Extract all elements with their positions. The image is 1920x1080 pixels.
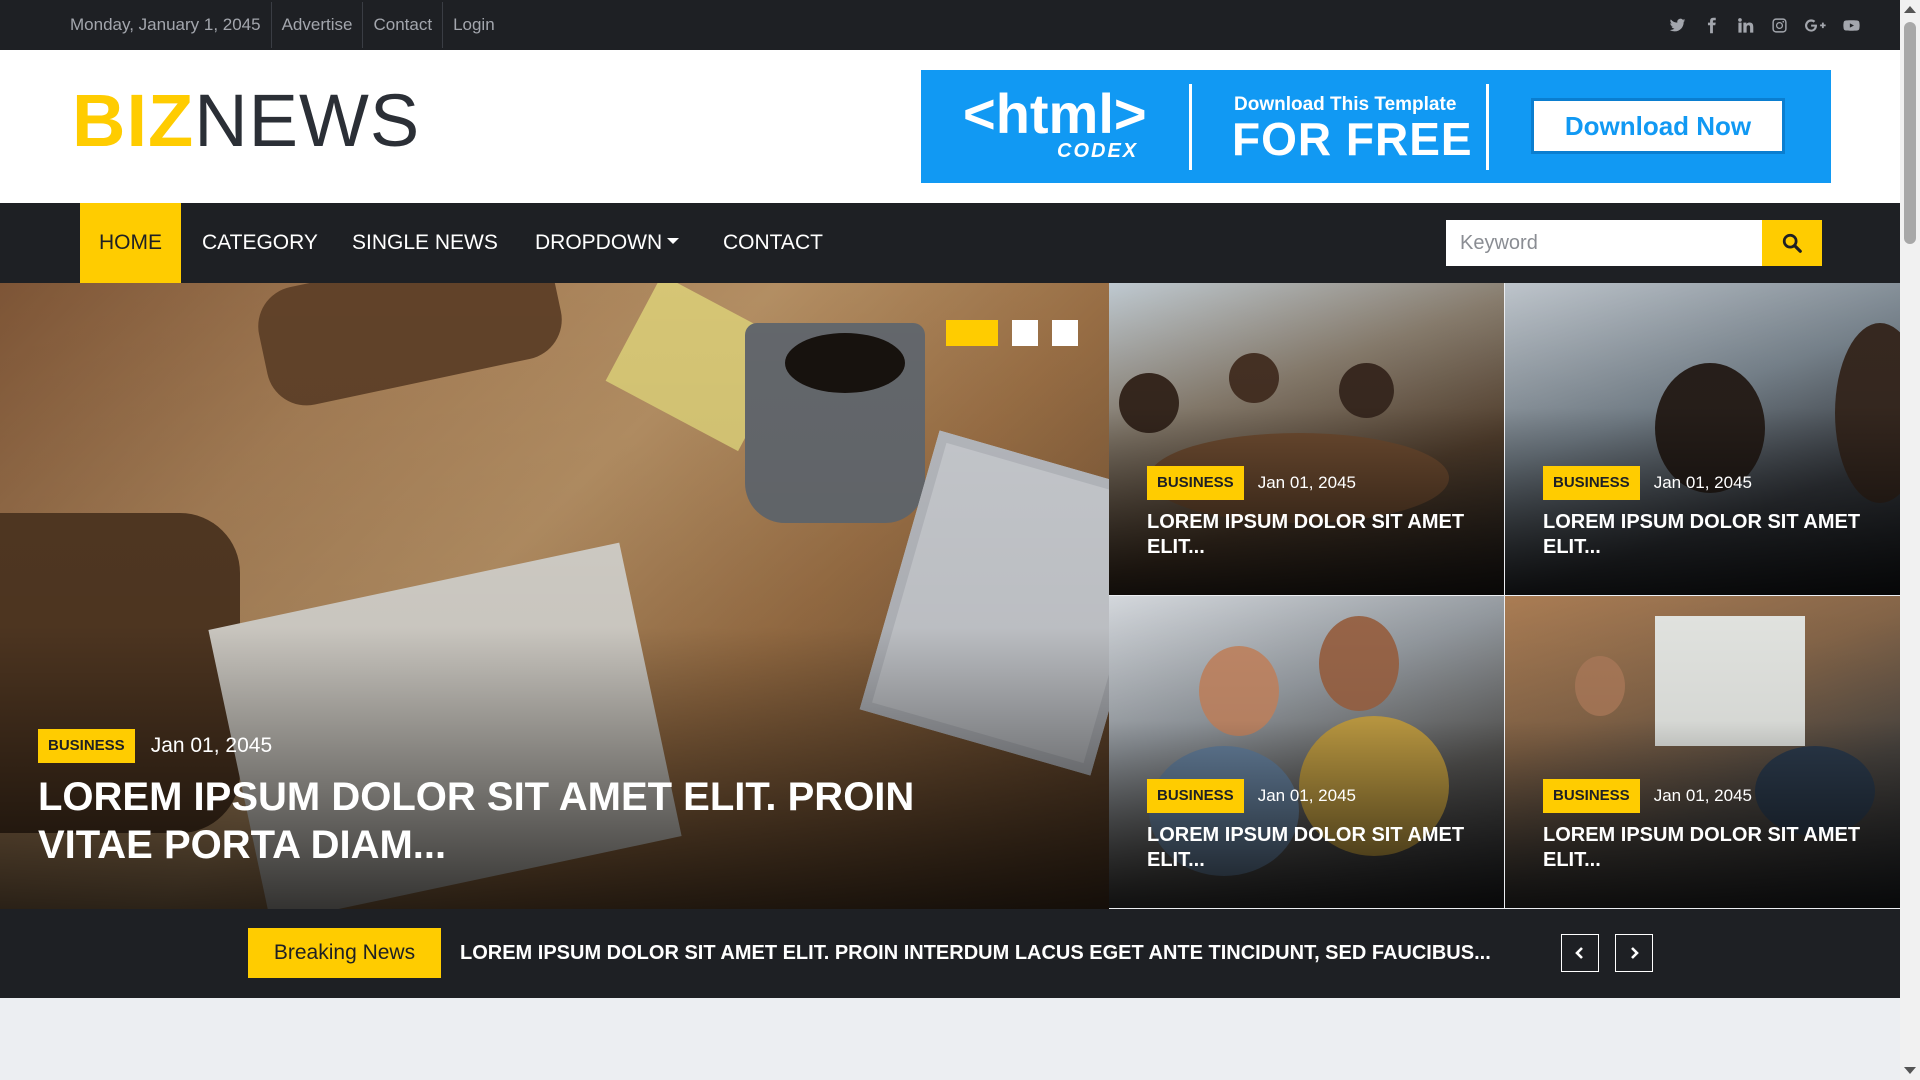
ad-brand: <html> — [963, 82, 1147, 145]
breaking-news-bar: Breaking News LOREM IPSUM DOLOR SIT AMET… — [0, 909, 1900, 998]
social-links — [1668, 0, 1860, 50]
news-card[interactable]: BUSINESS Jan 01, 2045 LOREM IPSUM DOLOR … — [1505, 283, 1900, 595]
nav-category[interactable]: CATEGORY — [183, 203, 337, 283]
topbar-link-contact[interactable]: Contact — [362, 2, 442, 48]
breaking-news-headline[interactable]: LOREM IPSUM DOLOR SIT AMET ELIT. PROIN I… — [460, 909, 1540, 998]
breaking-prev-button[interactable] — [1561, 934, 1599, 972]
card-date[interactable]: Jan 01, 2045 — [1654, 473, 1752, 493]
scroll-up-icon[interactable] — [1904, 6, 1916, 13]
topbar-link-login[interactable]: Login — [442, 2, 505, 48]
page-scrollbar[interactable] — [1900, 0, 1920, 1080]
caret-down-icon — [667, 238, 680, 245]
topbar-date: Monday, January 1, 2045 — [70, 15, 261, 34]
youtube-icon[interactable] — [1842, 16, 1860, 34]
card-date[interactable]: Jan 01, 2045 — [1654, 786, 1752, 806]
card-date[interactable]: Jan 01, 2045 — [1258, 473, 1356, 493]
card-date[interactable]: Jan 01, 2045 — [1258, 786, 1356, 806]
card-category-tag[interactable]: BUSINESS — [1543, 779, 1640, 813]
carousel-dot-3[interactable] — [1052, 320, 1078, 346]
card-title[interactable]: LOREM IPSUM DOLOR SIT AMET ELIT... — [1543, 510, 1883, 560]
nav-home[interactable]: HOME — [80, 203, 181, 283]
logo-biz: BIZ — [72, 79, 195, 162]
logo-news: NEWS — [194, 79, 421, 162]
topbar-link-advertise[interactable]: Advertise — [270, 2, 363, 48]
ad-banner[interactable]: <html> CODEX Download This Template FOR … — [921, 70, 1831, 183]
search-button[interactable] — [1762, 220, 1822, 266]
card-category-tag[interactable]: BUSINESS — [1147, 466, 1244, 500]
nav-dropdown[interactable]: DROPDOWN — [516, 203, 698, 283]
google-plus-icon[interactable] — [1804, 16, 1826, 34]
card-meta: BUSINESS Jan 01, 2045 — [1543, 779, 1752, 813]
chevron-left-icon — [1575, 947, 1583, 959]
hero-date[interactable]: Jan 01, 2045 — [151, 734, 272, 758]
search-input[interactable] — [1446, 220, 1762, 266]
ad-divider — [1486, 84, 1489, 170]
nav-dropdown-label: DROPDOWN — [535, 231, 663, 254]
news-card[interactable]: BUSINESS Jan 01, 2045 LOREM IPSUM DOLOR … — [1109, 283, 1504, 595]
site-header: BIZNEWS <html> CODEX Download This Templ… — [0, 50, 1900, 203]
breaking-next-button[interactable] — [1615, 934, 1653, 972]
card-category-tag[interactable]: BUSINESS — [1147, 779, 1244, 813]
carousel-dot-1[interactable] — [946, 320, 998, 346]
twitter-icon[interactable] — [1668, 16, 1686, 34]
content-area — [0, 998, 1900, 1080]
card-category-tag[interactable]: BUSINESS — [1543, 466, 1640, 500]
breaking-news-label: Breaking News — [248, 928, 441, 978]
news-card[interactable]: BUSINESS Jan 01, 2045 LOREM IPSUM DOLOR … — [1505, 596, 1900, 908]
topbar-links: Monday, January 1, 2045 Advertise Contac… — [60, 0, 505, 50]
page: Monday, January 1, 2045 Advertise Contac… — [0, 0, 1920, 1080]
hero-slide[interactable]: BUSINESS Jan 01, 2045 LOREM IPSUM DOLOR … — [0, 283, 1109, 909]
card-title[interactable]: LOREM IPSUM DOLOR SIT AMET ELIT... — [1147, 823, 1487, 873]
nav-contact[interactable]: CONTACT — [704, 203, 842, 283]
download-now-button[interactable]: Download Now — [1531, 98, 1785, 154]
chevron-right-icon — [1631, 947, 1639, 959]
main-nav: HOME CATEGORY SINGLE NEWS DROPDOWN CONTA… — [0, 203, 1900, 283]
topbar: Monday, January 1, 2045 Advertise Contac… — [0, 0, 1900, 50]
hero-meta: BUSINESS Jan 01, 2045 — [38, 729, 272, 763]
linkedin-icon[interactable] — [1736, 16, 1754, 34]
search-icon — [1782, 233, 1802, 253]
ad-divider — [1189, 84, 1192, 170]
search-form — [1446, 220, 1822, 266]
card-meta: BUSINESS Jan 01, 2045 — [1543, 466, 1752, 500]
card-meta: BUSINESS Jan 01, 2045 — [1147, 779, 1356, 813]
instagram-icon[interactable] — [1770, 16, 1788, 34]
site-logo[interactable]: BIZNEWS — [72, 84, 420, 158]
scroll-down-icon[interactable] — [1904, 1067, 1916, 1074]
carousel-dots — [946, 320, 1078, 346]
news-card[interactable]: BUSINESS Jan 01, 2045 LOREM IPSUM DOLOR … — [1109, 596, 1504, 908]
card-title[interactable]: LOREM IPSUM DOLOR SIT AMET ELIT... — [1147, 510, 1487, 560]
card-title[interactable]: LOREM IPSUM DOLOR SIT AMET ELIT... — [1543, 823, 1883, 873]
scrollbar-thumb[interactable] — [1904, 22, 1916, 244]
facebook-icon[interactable] — [1702, 16, 1720, 34]
hero-title[interactable]: LOREM IPSUM DOLOR SIT AMET ELIT. PROIN V… — [38, 773, 1038, 869]
card-meta: BUSINESS Jan 01, 2045 — [1147, 466, 1356, 500]
hero-category-tag[interactable]: BUSINESS — [38, 729, 135, 763]
nav-single-news[interactable]: SINGLE NEWS — [333, 203, 517, 283]
ad-line2: FOR FREE — [1232, 113, 1473, 165]
ad-brand-sub: CODEX — [1057, 140, 1139, 162]
carousel-dot-2[interactable] — [1012, 320, 1038, 346]
